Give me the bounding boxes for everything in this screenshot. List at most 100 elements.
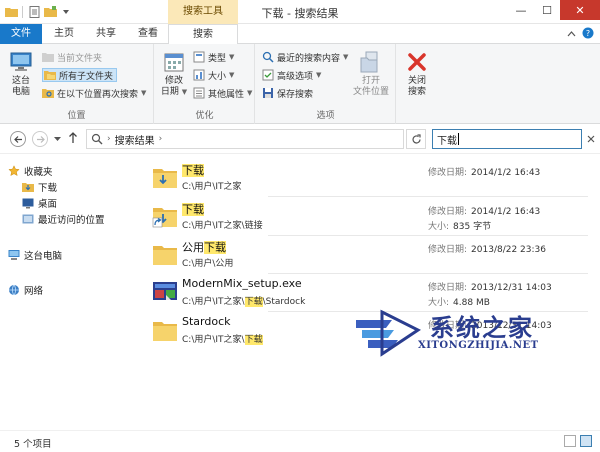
help-icon[interactable]: ? [582,27,594,42]
tab-search[interactable]: 搜索 [168,24,238,45]
size-button[interactable]: 大小 ▼ [193,68,234,82]
shortcut-icon [152,208,177,228]
this-pc-button[interactable]: 这台 电脑 [6,50,36,98]
clear-search-button[interactable] [584,129,598,149]
other-properties-label: 其他属性 [208,89,245,100]
up-button[interactable] [68,132,78,147]
advanced-options-label: 高级选项 [277,71,314,82]
properties-icon[interactable] [27,5,41,18]
date-modified-button[interactable]: 修改 日期 ▼ [159,50,189,98]
properties-list-icon [193,87,205,99]
context-tab-group-label: 搜索工具 [168,0,238,24]
kind-button[interactable]: 类型 ▼ [193,50,234,64]
computer-icon [8,250,20,260]
maximize-button[interactable]: ☐ [534,0,560,20]
search-highlight: 下载 [182,164,204,177]
forward-button[interactable] [32,131,48,147]
tab-view[interactable]: 查看 [128,24,168,44]
tab-file[interactable]: 文件 [0,24,42,44]
close-search-label-line1: 关闭 [407,76,426,86]
group-refine-label: 优化 [195,111,214,121]
window-controls: — ☐ ✕ [508,0,600,20]
details-view-icon[interactable] [564,435,576,447]
search-input-value: 下载 [437,135,457,147]
address-row: › 搜索结果 › 下载 [0,124,600,154]
close-search-button[interactable]: 关闭 搜索 [401,50,433,98]
all-subfolders-label: 所有子文件夹 [59,71,114,82]
group-close: 关闭 搜索 [397,44,437,124]
watermark-subtitle: XITONGZHIJIA.NET [418,340,539,351]
text-caret [458,133,459,145]
list-item[interactable]: 公用下载 C:\用户\公用 修改日期: 2013/8/22 23:36 [148,235,590,273]
customize-qat-icon[interactable] [59,5,73,18]
qat-separator [22,5,23,18]
current-folder-button[interactable]: 当前文件夹 [42,50,102,64]
arrow-right-icon [36,135,45,143]
address-bar[interactable]: › 搜索结果 › [86,129,404,149]
nav-desktop[interactable]: 桌面 [22,195,57,211]
star-icon [8,165,20,176]
list-item[interactable]: 下载 C:\用户\IT之家\链接 修改日期: 2014/1/2 16:43 大小:… [148,197,590,235]
list-item[interactable]: 下载 C:\用户\IT之家 修改日期: 2014/1/2 16:43 [148,158,590,196]
crumb-separator-icon[interactable]: › [159,134,163,144]
advanced-options-button[interactable]: 高级选项 ▼ [262,68,321,82]
ribbon-chevron-icon[interactable] [567,30,576,40]
tab-home[interactable]: 主页 [44,24,84,44]
all-subfolders-button[interactable]: 所有子文件夹 [42,68,118,82]
refresh-button[interactable] [406,129,426,149]
view-switcher [564,435,592,447]
nav-this-pc-label: 这台电脑 [24,251,63,262]
folder-small-icon[interactable] [4,5,18,18]
ribbon-panel: 这台 电脑 当前文件夹 所有子文件夹 在以下位置再次搜索 ▼ 位置 修改 日期 … [0,44,600,124]
nav-this-pc[interactable]: 这台电脑 [8,247,62,263]
folder-gray-icon [42,53,54,62]
open-file-location-button[interactable]: 打开 文件位置 [350,50,392,98]
item-path: C:\用户\IT之家\下载 [182,335,263,345]
dropdown-arrow-icon: ▼ [316,71,322,79]
search-results-list: 下载 C:\用户\IT之家 修改日期: 2014/1/2 16:43 下载 C:\… [148,154,590,430]
this-pc-label-line2: 电脑 [11,87,30,97]
search-input[interactable]: 下载 [432,129,582,149]
search-highlight: 下载 [204,241,226,254]
minimize-button[interactable]: — [508,0,534,20]
calendar-icon [164,53,184,72]
save-search-button[interactable]: 保存搜索 [262,86,313,100]
other-properties-button[interactable]: 其他属性 ▼ [193,86,252,100]
close-red-x-icon [408,53,426,71]
refresh-icon [411,133,421,143]
breadcrumb-search-results[interactable]: 搜索结果 [115,132,155,147]
search-highlight: 下载 [182,203,204,216]
close-button[interactable]: ✕ [560,0,600,20]
item-path: C:\用户\IT之家\链接 [182,221,263,231]
computer-icon [10,52,32,71]
desktop-icon [22,198,34,209]
advanced-options-icon [262,69,274,81]
status-bar: 5 个项目 [0,430,600,452]
search-again-button[interactable]: 在以下位置再次搜索 ▼ [42,86,146,100]
item-path: C:\用户\IT之家 [182,182,242,192]
nav-downloads[interactable]: 下载 [22,179,57,195]
nav-recent-places[interactable]: 最近访问的位置 [22,211,105,227]
nav-recent-label: 最近访问的位置 [38,215,105,226]
nav-downloads-label: 下载 [38,183,58,194]
new-folder-icon[interactable] [43,5,57,18]
back-button[interactable] [10,131,26,147]
content-view-icon[interactable] [580,435,592,447]
nav-network[interactable]: 网络 [8,282,43,298]
quick-access-toolbar [4,5,73,18]
group-location-label: 位置 [67,111,86,121]
title-bar: 搜索工具 下载 - 搜索结果 — ☐ ✕ [0,0,600,24]
current-folder-label: 当前文件夹 [57,53,103,64]
recent-searches-button[interactable]: 最近的搜索内容 ▼ [262,50,348,64]
item-name: ModernMix_setup.exe [182,277,302,290]
item-count: 5 个项目 [14,439,52,450]
open-location-label-line2: 文件位置 [352,87,389,97]
item-name: 下载 [182,162,204,178]
item-name: 下载 [182,201,204,217]
dropdown-arrow-icon: ▼ [247,89,253,97]
recent-locations-dropdown[interactable] [54,135,61,145]
nav-favorites[interactable]: 收藏夹 [8,163,53,179]
dropdown-arrow-icon: ▼ [141,89,147,97]
this-pc-label-line1: 这台 [11,76,30,86]
tab-share[interactable]: 共享 [86,24,126,44]
